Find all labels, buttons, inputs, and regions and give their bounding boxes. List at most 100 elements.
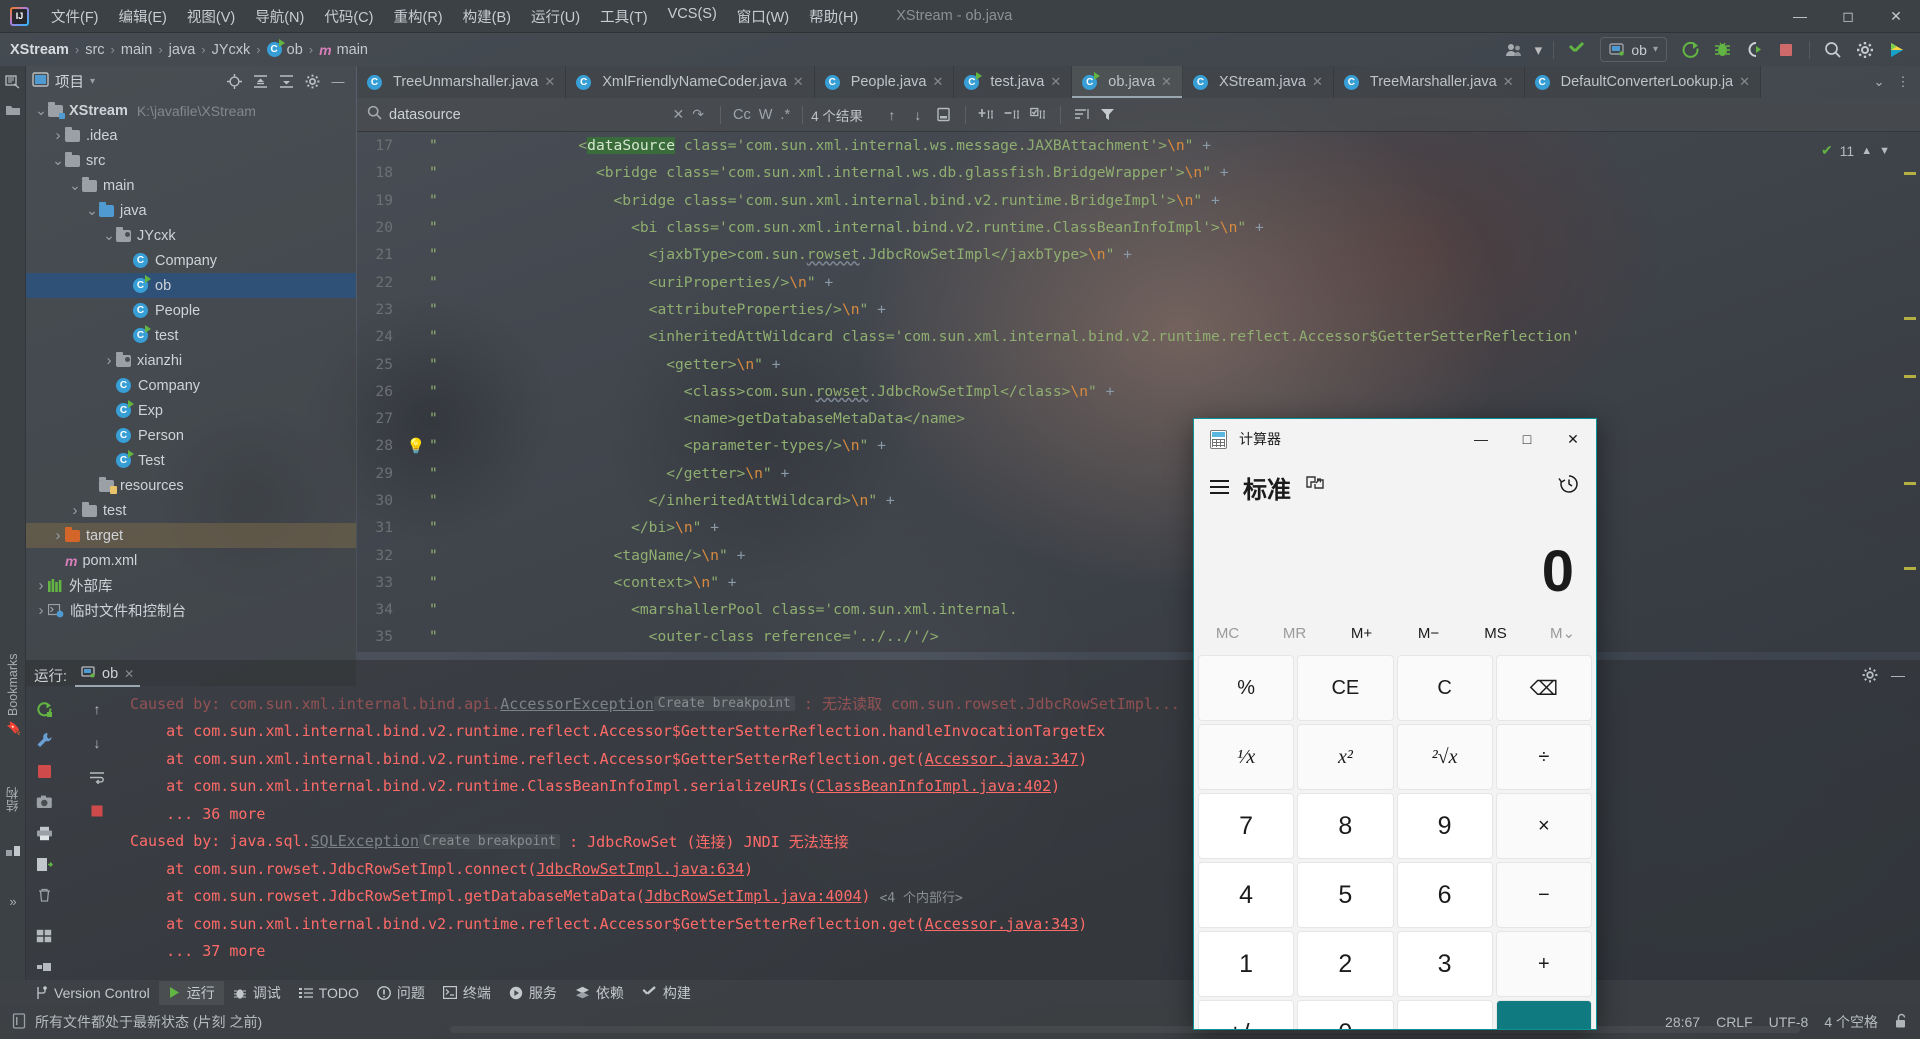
- calc-key-−[interactable]: −: [1495, 862, 1592, 928]
- indent-setting[interactable]: 4 个空格: [1824, 1012, 1878, 1032]
- tree-node-People[interactable]: C People: [26, 298, 356, 323]
- chevron-down-icon[interactable]: ⌄: [85, 202, 99, 219]
- editor-tab-TreeMarshaller.java[interactable]: C TreeMarshaller.java ✕: [1333, 66, 1525, 98]
- calc-key-8[interactable]: 8: [1297, 793, 1394, 859]
- expand-all-icon[interactable]: [274, 69, 298, 93]
- tree-node-Test[interactable]: C Test: [26, 448, 356, 473]
- menu-item-9[interactable]: VCS(S): [658, 1, 727, 32]
- inspection-widget[interactable]: ✔ 11 ▲ ▼: [1821, 142, 1890, 159]
- calc-key-⌫[interactable]: ⌫: [1495, 655, 1592, 721]
- breadcrumb-item-src[interactable]: src: [85, 42, 104, 58]
- camera-icon[interactable]: [32, 791, 56, 813]
- menu-item-10[interactable]: 窗口(W): [727, 1, 799, 32]
- menu-item-2[interactable]: 视图(V): [177, 1, 245, 32]
- scroll-down-icon[interactable]: ↓: [85, 732, 109, 754]
- gear-icon[interactable]: [1858, 664, 1882, 686]
- console-output[interactable]: Caused by: com.sun.xml.internal.bind.api…: [122, 690, 1920, 980]
- sidebar-item-bookmarks[interactable]: 🔖 Bookmarks: [0, 640, 26, 750]
- calc-key-9[interactable]: 9: [1396, 793, 1493, 859]
- hide-panel-icon[interactable]: —: [326, 69, 350, 93]
- calc-key-2[interactable]: 2: [1297, 931, 1394, 997]
- calc-key-x²[interactable]: x²: [1297, 724, 1394, 790]
- calc-key-+/−[interactable]: +/−: [1198, 1000, 1295, 1029]
- menu-item-3[interactable]: 导航(N): [245, 1, 314, 32]
- calc-minimize-button[interactable]: —: [1458, 419, 1504, 459]
- breadcrumb-item-java[interactable]: java: [169, 42, 196, 58]
- tree-node-java[interactable]: ⌄ java: [26, 198, 356, 223]
- search-everywhere-icon[interactable]: [1818, 37, 1848, 63]
- calc-key-7[interactable]: 7: [1198, 793, 1295, 859]
- tool-window-button-运行[interactable]: 运行: [158, 980, 224, 1005]
- editor-tab-People.java[interactable]: C People.java ✕: [814, 66, 955, 98]
- tree-node-target[interactable]: › target: [26, 523, 356, 548]
- calc-key-3[interactable]: 3: [1396, 931, 1493, 997]
- memory-button-M⌄[interactable]: M⌄: [1529, 624, 1596, 642]
- tree-node-临时文件和控制台[interactable]: › 临时文件和控制台: [26, 598, 356, 623]
- editor-tab-XStream.java[interactable]: C XStream.java ✕: [1182, 66, 1334, 98]
- close-icon[interactable]: ✕: [124, 667, 134, 681]
- calc-key-0[interactable]: 0: [1297, 1000, 1394, 1029]
- tree-node-test[interactable]: Ctest: [26, 323, 356, 348]
- chevron-down-icon[interactable]: ⌄: [68, 177, 82, 194]
- editor-error-stripe[interactable]: [1898, 132, 1920, 652]
- tool-window-button-终端[interactable]: 终端: [434, 981, 500, 1005]
- file-encoding[interactable]: UTF-8: [1769, 1014, 1809, 1030]
- menu-item-5[interactable]: 重构(R): [383, 1, 452, 32]
- search-input[interactable]: datasource ✕ ↷: [357, 105, 712, 124]
- match-case-toggle[interactable]: Cc: [729, 107, 755, 123]
- close-button[interactable]: ✕: [1872, 0, 1920, 33]
- chevron-down-icon[interactable]: ⌄: [51, 152, 65, 169]
- add-occurrence-icon[interactable]: [974, 103, 1000, 127]
- breadcrumb-item-main[interactable]: main: [121, 42, 152, 58]
- calc-key-=[interactable]: =: [1495, 1000, 1592, 1029]
- calc-key-5[interactable]: 5: [1297, 862, 1394, 928]
- print-icon[interactable]: [32, 822, 56, 844]
- export-icon[interactable]: [32, 853, 56, 875]
- history-icon[interactable]: [1558, 473, 1580, 501]
- menu-item-11[interactable]: 帮助(H): [799, 1, 868, 32]
- maximize-button[interactable]: ◻: [1824, 0, 1872, 33]
- layout-icon[interactable]: [32, 925, 56, 947]
- tree-node-JYcxk[interactable]: ⌄ JYcxk: [26, 223, 356, 248]
- tree-node-XStream[interactable]: ⌄ XStream K:\javafile\XStream: [26, 98, 356, 123]
- tool-window-button-TODO[interactable]: TODO: [290, 983, 368, 1003]
- calculator-window[interactable]: 计算器 — □ ✕ 标准 0 MC MR M+ M− MS M⌄ % CE C ⌫ ¹⁄x x² ²√…: [1193, 418, 1597, 1030]
- stop-icon[interactable]: [1771, 37, 1801, 63]
- close-icon[interactable]: ✕: [544, 74, 555, 90]
- editor-tab-test.java[interactable]: Ctest.java ✕: [954, 66, 1073, 98]
- close-icon[interactable]: ✕: [1161, 74, 1172, 90]
- chevron-right-icon[interactable]: ›: [68, 502, 82, 519]
- tool-window-button-服务[interactable]: 服务: [500, 981, 566, 1005]
- tree-node-Exp[interactable]: C Exp: [26, 398, 356, 423]
- line-separator[interactable]: CRLF: [1716, 1014, 1753, 1030]
- calc-key-1[interactable]: 1: [1198, 931, 1295, 997]
- hamburger-icon[interactable]: [1210, 480, 1229, 494]
- calc-key-²√x[interactable]: ²√x: [1396, 724, 1493, 790]
- menu-item-8[interactable]: 工具(T): [590, 1, 658, 32]
- breadcrumb-item-main[interactable]: m main: [319, 42, 368, 58]
- chevron-down-icon[interactable]: ▾: [1531, 37, 1545, 63]
- more-vertical-icon[interactable]: ⋮: [1892, 70, 1914, 94]
- tree-node-xianzhi[interactable]: › xianzhi: [26, 348, 356, 373]
- search-history-icon[interactable]: ↷: [692, 106, 704, 123]
- editor-tab-ob.java[interactable]: Cob.java ✕: [1072, 66, 1183, 98]
- select-all-occurrences-icon[interactable]: [1026, 103, 1052, 127]
- tree-node-src[interactable]: ⌄ src: [26, 148, 356, 173]
- trash-icon[interactable]: [32, 884, 56, 906]
- memory-button-MC[interactable]: MC: [1194, 625, 1261, 642]
- chevron-right-icon[interactable]: ›: [51, 127, 65, 144]
- menu-item-0[interactable]: 文件(F): [41, 1, 109, 32]
- filter-icon[interactable]: [1095, 103, 1121, 127]
- structure-icon[interactable]: [0, 836, 26, 862]
- breadcrumb-item-ob[interactable]: Cob: [266, 39, 303, 58]
- editor-tab-TreeUnmarshaller.java[interactable]: C TreeUnmarshaller.java ✕: [357, 66, 567, 98]
- sidebar-item-structure[interactable]: 结构: [0, 770, 26, 830]
- tree-node-pom.xml[interactable]: m pom.xml: [26, 548, 356, 573]
- collapse-all-icon[interactable]: [248, 69, 272, 93]
- chevron-down-icon[interactable]: ▼: [1879, 145, 1890, 157]
- close-icon[interactable]: ✕: [1050, 74, 1061, 90]
- chevron-down-icon[interactable]: ▾: [90, 76, 95, 87]
- tree-node-Person[interactable]: C Person: [26, 423, 356, 448]
- hammer-build-icon[interactable]: [1562, 37, 1592, 63]
- open-in-find-window-icon[interactable]: [931, 103, 957, 127]
